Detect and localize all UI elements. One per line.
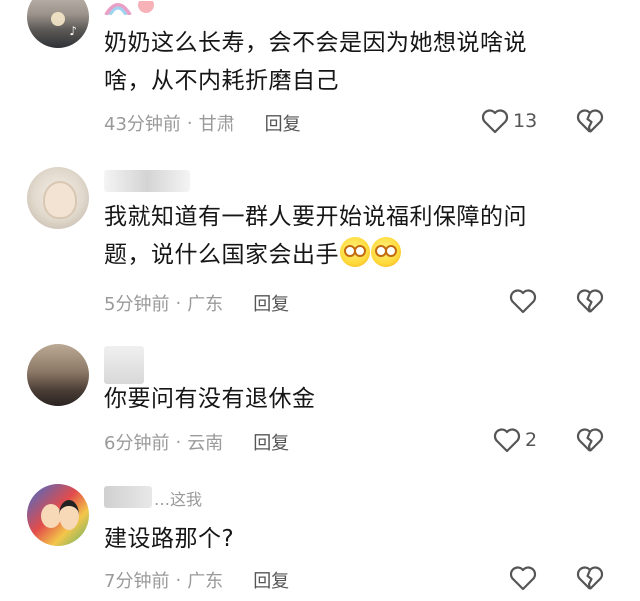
like-button[interactable] [509,288,537,314]
like-count: 2 [525,429,538,451]
heart-outline-icon [493,428,521,453]
avatar[interactable]: ♪ [27,0,89,48]
like-count: 13 [513,110,538,132]
comment-location: 甘肃 [198,114,235,135]
comment-meta: 5分钟前 · 广东 回复 [104,290,289,316]
heart-outline-icon [509,566,537,591]
avatar[interactable] [27,344,89,406]
avatar[interactable] [27,167,89,229]
comment-time: 5分钟前 [104,294,170,315]
reply-button[interactable]: 回复 [253,290,289,316]
username: …这我 [154,490,203,509]
comment-location: 广东 [187,571,224,592]
dislike-button[interactable] [576,288,604,318]
comment-time: 6分钟前 [104,433,170,454]
like-button[interactable]: 13 [481,108,537,134]
dislike-button[interactable] [576,565,604,595]
comment-meta: 6分钟前 · 云南 回复 [104,429,289,455]
badge-icons [104,0,164,19]
comment-location: 云南 [187,433,224,454]
heart-outline-icon [509,289,537,314]
comment-time: 43分钟前 [104,114,181,135]
heart-outline-icon [481,109,509,134]
username-redacted [104,170,190,192]
broken-heart-icon [576,289,604,313]
reply-button[interactable]: 回复 [253,429,289,455]
username-redacted [104,486,152,508]
dislike-button[interactable] [576,108,604,138]
comment-text: 你要问有没有退休金 [104,386,316,412]
broken-heart-icon [576,428,604,452]
comment-time: 7分钟前 [104,571,170,592]
dislike-button[interactable] [576,427,604,457]
comment-meta: 7分钟前 · 广东 回复 [104,567,289,593]
broken-heart-icon [576,109,604,133]
flushed-face-emoji [340,237,370,267]
comment-location: 广东 [187,294,224,315]
reply-button[interactable]: 回复 [265,110,301,136]
comment-text: 建设路那个? [104,526,235,552]
tiktok-icon: ♪ [69,24,77,38]
reply-button[interactable]: 回复 [253,567,289,593]
avatar[interactable] [27,484,89,546]
like-button[interactable] [509,565,537,591]
like-button[interactable]: 2 [493,427,537,453]
comment-text: 我就知道有一群人要开始说福利保障的问 题，说什么国家会出手 [104,204,527,268]
flushed-face-emoji [371,237,401,267]
broken-heart-icon [576,566,604,590]
comment-text: 奶奶这么长寿，会不会是因为她想说啥说 啥，从不内耗折磨自己 [104,30,527,94]
username-redacted [104,346,144,384]
comment-meta: 43分钟前 · 甘肃 回复 [104,110,301,136]
